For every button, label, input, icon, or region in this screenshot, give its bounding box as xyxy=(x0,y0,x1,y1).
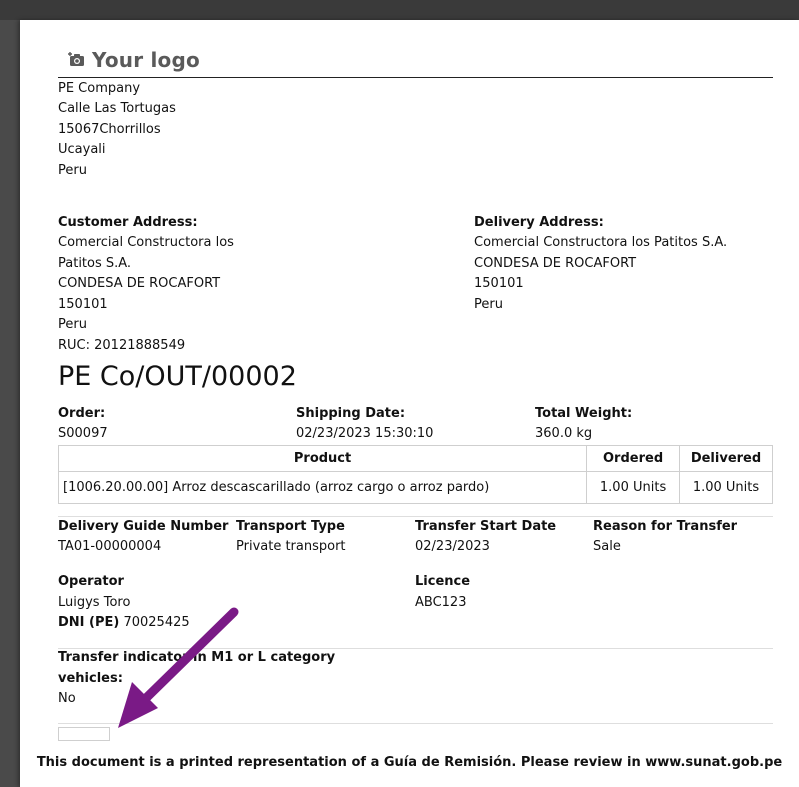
company-city: 15067Chorrillos xyxy=(58,122,161,137)
transfer-reason-label: Reason for Transfer xyxy=(593,519,738,534)
ordered-column-header: Ordered xyxy=(586,445,681,472)
delivered-column-header: Delivered xyxy=(679,445,773,472)
header-rule xyxy=(58,77,773,78)
operator-name: Luigys Toro xyxy=(58,595,131,610)
delivery-line: CONDESA DE ROCAFORT xyxy=(474,256,637,271)
dni-value: 70025425 xyxy=(123,615,190,630)
product-column-header: Product xyxy=(57,445,588,472)
document-page: Your logo PE Company Calle Las Tortugas … xyxy=(20,20,799,787)
delivered-cell: 1.00 Units xyxy=(679,471,773,504)
empty-field-box xyxy=(58,727,110,741)
company-street: Calle Las Tortugas xyxy=(58,101,176,116)
shipping-date-value: 02/23/2023 15:30:10 xyxy=(296,426,434,441)
order-value: S00097 xyxy=(58,426,108,441)
customer-line: Peru xyxy=(58,317,87,332)
delivery-line: Comercial Constructora los Patitos S.A. xyxy=(474,235,728,250)
section-divider xyxy=(58,723,773,724)
document-title: PE Co/OUT/00002 xyxy=(58,361,297,392)
customer-address-heading: Customer Address: xyxy=(58,215,198,230)
viewer-sidebar xyxy=(0,20,20,787)
transfer-indicator-value: No xyxy=(58,691,76,706)
licence-value: ABC123 xyxy=(415,595,467,610)
customer-ruc: RUC: 20121888549 xyxy=(58,338,186,353)
shipping-date-label: Shipping Date: xyxy=(296,406,406,421)
camera-plus-icon xyxy=(68,52,84,66)
customer-line: 150101 xyxy=(58,297,108,312)
operator-label: Operator xyxy=(58,574,124,589)
delivery-address-heading: Delivery Address: xyxy=(474,215,604,230)
delivery-line: 150101 xyxy=(474,276,524,291)
licence-label: Licence xyxy=(415,574,471,589)
total-weight-value: 360.0 kg xyxy=(535,426,593,441)
product-cell: [1006.20.00.00] Arroz descascarillado (a… xyxy=(57,471,588,504)
transport-type-value: Private transport xyxy=(236,539,346,554)
company-country: Peru xyxy=(58,163,87,178)
customer-line: CONDESA DE ROCAFORT xyxy=(58,276,221,291)
transfer-reason-value: Sale xyxy=(593,539,621,554)
transfer-start-label: Transfer Start Date xyxy=(415,519,557,534)
total-weight-label: Total Weight: xyxy=(535,406,633,421)
table-row: [1006.20.00.00] Arroz descascarillado (a… xyxy=(57,471,773,504)
table-header-row: Product Ordered Delivered xyxy=(57,445,773,472)
guide-number-label: Delivery Guide Number xyxy=(58,519,229,534)
footer-disclaimer: This document is a printed representatio… xyxy=(36,755,783,770)
transfer-start-value: 02/23/2023 xyxy=(415,539,490,554)
operator-dni: DNI (PE) 70025425 xyxy=(58,613,190,634)
product-table: Product Ordered Delivered [1006.20.00.00… xyxy=(57,445,773,504)
company-name: PE Company xyxy=(58,81,141,96)
order-label: Order: xyxy=(58,406,106,421)
customer-line: Patitos S.A. xyxy=(58,256,132,271)
guide-number-value: TA01-00000004 xyxy=(58,539,162,554)
transfer-indicator-label-cont: vehicles: xyxy=(58,671,123,686)
customer-line: Comercial Constructora los xyxy=(58,235,234,250)
logo-text: Your logo xyxy=(92,48,200,72)
ordered-cell: 1.00 Units xyxy=(586,471,681,504)
dni-label: DNI (PE) xyxy=(58,615,120,630)
transport-type-label: Transport Type xyxy=(236,519,345,534)
company-state: Ucayali xyxy=(58,142,106,157)
transfer-indicator-label: Transfer indicator in M1 or L category xyxy=(58,650,336,665)
delivery-line: Peru xyxy=(474,297,503,312)
company-logo: Your logo xyxy=(68,46,200,74)
viewer-toolbar xyxy=(0,0,799,20)
